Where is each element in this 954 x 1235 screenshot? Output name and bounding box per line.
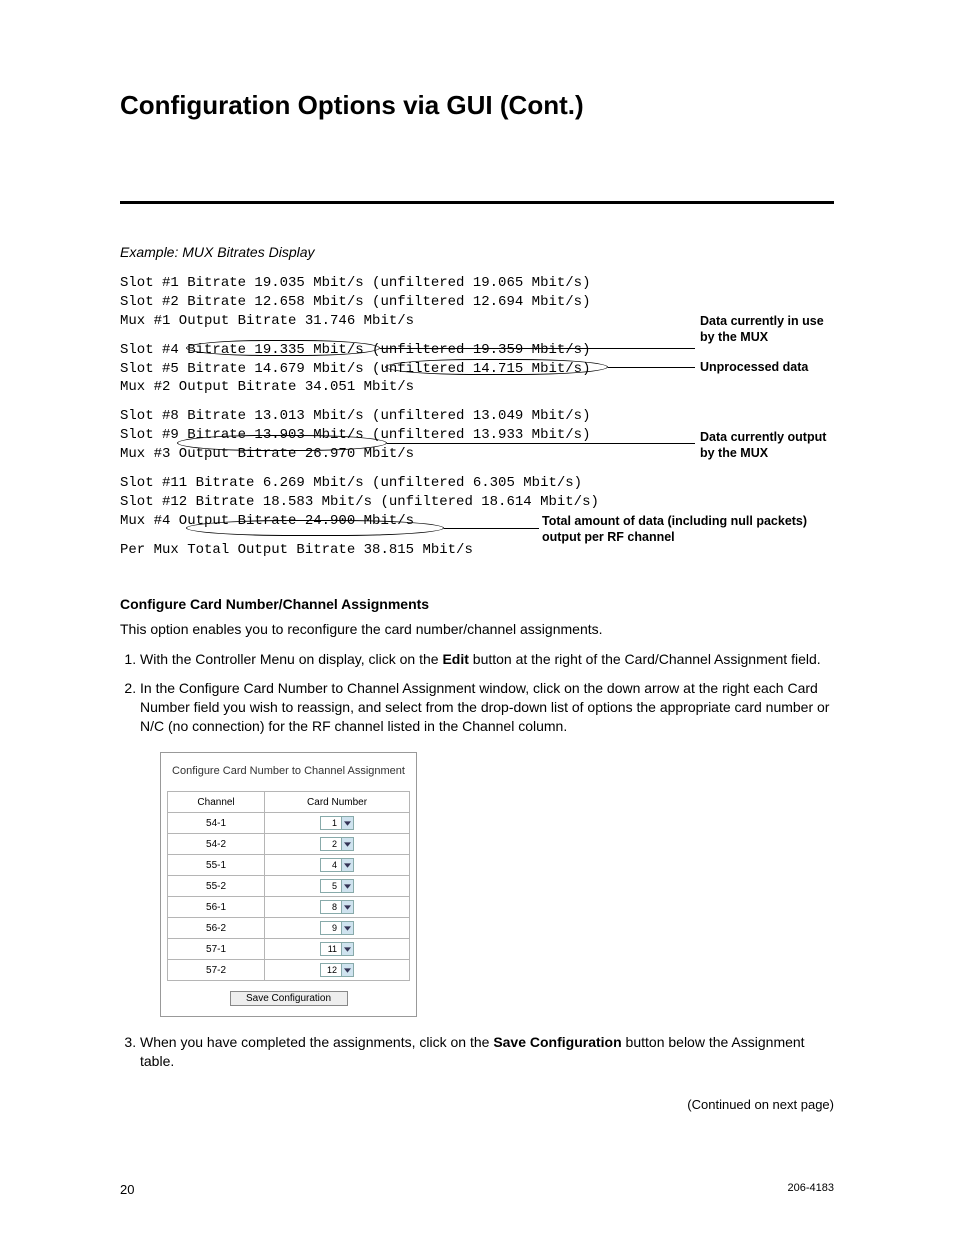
callout-label-output: Data currently output by the MUX [700,430,840,461]
callout-label-total: Total amount of data (including null pac… [542,514,832,545]
channel-cell: 56-1 [168,897,265,918]
step-text: When you have completed the assignments,… [140,1034,493,1050]
page-title: Configuration Options via GUI (Cont.) [120,90,834,121]
table-row: 57-2 12 [168,960,410,981]
intro-text: This option enables you to reconfigure t… [120,620,834,639]
card-number-cell: 12 [265,960,410,981]
table-row: 54-1 1 [168,813,410,834]
edit-label: Edit [442,651,468,667]
col-channel: Channel [168,792,265,813]
chevron-down-icon [341,901,353,913]
card-number-cell: 5 [265,876,410,897]
continued-text: (Continued on next page) [120,1097,834,1112]
leader-line [608,367,695,368]
callout-label-unprocessed: Unprocessed data [700,360,840,376]
chevron-down-icon [341,859,353,871]
assignment-table: Channel Card Number 54-1154-2255-1455-25… [167,791,410,981]
leader-line [387,443,695,444]
channel-cell: 55-1 [168,855,265,876]
table-row: 55-1 4 [168,855,410,876]
card-number-cell: 8 [265,897,410,918]
chevron-down-icon [341,922,353,934]
card-number-select[interactable]: 11 [320,942,354,956]
save-config-label: Save Configuration [493,1034,621,1050]
callout-circle-output [177,435,387,451]
card-number-cell: 11 [265,939,410,960]
card-number-cell: 2 [265,834,410,855]
channel-cell: 54-1 [168,813,265,834]
steps-list-cont: When you have completed the assignments,… [120,1033,834,1071]
channel-cell: 57-1 [168,939,265,960]
card-number-cell: 1 [265,813,410,834]
table-row: 57-1 11 [168,939,410,960]
steps-list: With the Controller Menu on display, cli… [120,650,834,736]
callout-circle-unfiltered [385,359,608,375]
assignment-window: Configure Card Number to Channel Assignm… [160,752,417,1017]
callout-circle-total [186,520,444,536]
page-number: 20 [120,1182,134,1197]
card-number-select[interactable]: 4 [320,858,354,872]
chevron-down-icon [341,838,353,850]
channel-cell: 55-2 [168,876,265,897]
card-number-select[interactable]: 12 [320,963,354,977]
window-title: Configure Card Number to Channel Assignm… [167,765,410,777]
chevron-down-icon [341,964,353,976]
save-configuration-button[interactable]: Save Configuration [230,991,348,1006]
page-footer: 20 206-4183 [120,1182,834,1197]
table-row: 56-1 8 [168,897,410,918]
chevron-down-icon [341,817,353,829]
step-2: In the Configure Card Number to Channel … [140,679,834,736]
chevron-down-icon [341,943,353,955]
doc-number: 206-4183 [788,1182,835,1197]
card-number-cell: 4 [265,855,410,876]
section-heading: Configure Card Number/Channel Assignment… [120,596,834,612]
leader-line [380,348,695,349]
leader-line [444,528,539,529]
step-text: button at the right of the Card/Channel … [469,651,821,667]
channel-cell: 56-2 [168,918,265,939]
callout-label-in-use: Data currently in use by the MUX [700,314,830,345]
card-number-select[interactable]: 2 [320,837,354,851]
mux-bitrates-display: Slot #1 Bitrate 19.035 Mbit/s (unfiltere… [120,274,834,560]
col-card-number: Card Number [265,792,410,813]
callout-circle-bitrate [186,340,380,356]
divider [120,201,834,204]
table-row: 56-2 9 [168,918,410,939]
table-row: 55-2 5 [168,876,410,897]
table-row: 54-2 2 [168,834,410,855]
example-caption: Example: MUX Bitrates Display [120,244,834,260]
chevron-down-icon [341,880,353,892]
card-number-select[interactable]: 1 [320,816,354,830]
channel-cell: 54-2 [168,834,265,855]
step-3: When you have completed the assignments,… [140,1033,834,1071]
card-number-select[interactable]: 5 [320,879,354,893]
channel-cell: 57-2 [168,960,265,981]
card-number-select[interactable]: 8 [320,900,354,914]
card-number-select[interactable]: 9 [320,921,354,935]
step-1: With the Controller Menu on display, cli… [140,650,834,669]
step-text: With the Controller Menu on display, cli… [140,651,442,667]
card-number-cell: 9 [265,918,410,939]
